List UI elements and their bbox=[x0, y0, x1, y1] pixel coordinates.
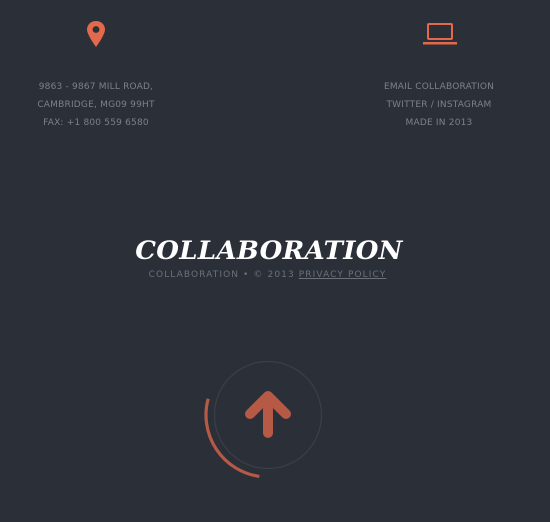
laptop-icon bbox=[423, 23, 457, 45]
copyright-text: COLLABORATION • © 2013 bbox=[148, 270, 295, 280]
brand-logo: COLLABORATION bbox=[135, 236, 403, 265]
email-line: EMAIL COLLABORATION bbox=[383, 82, 495, 92]
privacy-policy-link[interactable]: PRIVACY POLICY bbox=[299, 270, 387, 280]
address-line: CAMBRIDGE, MG09 99HT bbox=[37, 100, 155, 110]
address-block: 9863 - 9867 MILL ROAD, CAMBRIDGE, MG09 9… bbox=[0, 78, 196, 132]
address-line: 9863 - 9867 MILL ROAD, bbox=[38, 82, 154, 92]
scroll-to-top-button[interactable] bbox=[200, 358, 325, 483]
map-pin-icon bbox=[87, 21, 105, 47]
contact-block: EMAIL COLLABORATION TWITTER / INSTAGRAM … bbox=[339, 78, 539, 132]
footer-copyright: COLLABORATION • © 2013 PRIVACY POLICY bbox=[0, 270, 535, 280]
made-in-line: MADE IN 2013 bbox=[405, 118, 473, 128]
fax-line: FAX: +1 800 559 6580 bbox=[43, 118, 149, 128]
social-line: TWITTER / INSTAGRAM bbox=[386, 100, 492, 110]
